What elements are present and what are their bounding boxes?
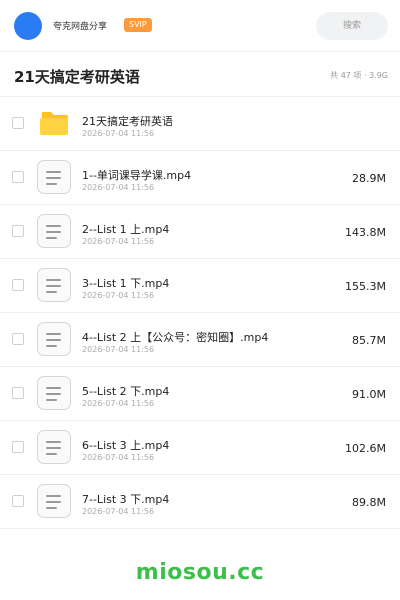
search-input[interactable] — [316, 12, 388, 40]
list-item[interactable]: 7--List 3 下.mp4 2026-07-04 11:56 89.8M — [0, 475, 400, 529]
list-item[interactable]: 2--List 1 上.mp4 2026-07-04 11:56 143.8M — [0, 205, 400, 259]
list-item[interactable]: 4--List 2 上【公众号：密知圈】.mp4 2026-07-04 11:5… — [0, 313, 400, 367]
file-size: 143.8M — [345, 226, 386, 239]
file-name: 21天搞定考研英语 — [82, 115, 173, 128]
file-date: 2026-07-04 11:56 — [82, 237, 155, 246]
file-size: 91.0M — [352, 388, 386, 401]
page-title: 21天搞定考研英语 — [14, 68, 140, 86]
checkbox[interactable] — [12, 441, 24, 453]
list-item[interactable]: 3--List 1 下.mp4 2026-07-04 11:56 155.3M — [0, 259, 400, 313]
file-size: 85.7M — [352, 334, 386, 347]
video-file-icon — [37, 268, 71, 302]
folder-title-bar: 21天搞定考研英语 共 47 项 · 3.9G — [0, 52, 400, 97]
file-size: 155.3M — [345, 280, 386, 293]
list-item[interactable]: 6--List 3 上.mp4 2026-07-04 11:56 102.6M — [0, 421, 400, 475]
video-file-icon — [37, 160, 71, 194]
video-file-icon — [37, 322, 71, 356]
item-count-size: 共 47 项 · 3.9G — [330, 71, 388, 80]
svip-badge: SVIP — [124, 18, 152, 32]
file-name: 3--List 1 下.mp4 — [82, 277, 170, 290]
file-date: 2026-07-04 11:56 — [82, 183, 155, 192]
video-file-icon — [37, 430, 71, 464]
video-file-icon — [37, 484, 71, 518]
checkbox[interactable] — [12, 117, 24, 129]
avatar[interactable] — [14, 12, 42, 40]
file-date: 2026-07-04 11:56 — [82, 453, 155, 462]
list-item[interactable]: 1--单词课导学课.mp4 2026-07-04 11:56 28.9M — [0, 151, 400, 205]
list-item[interactable]: 5--List 2 下.mp4 2026-07-04 11:56 91.0M — [0, 367, 400, 421]
file-date: 2026-07-04 11:56 — [82, 129, 155, 138]
brand-name: 夸克网盘分享 — [53, 22, 108, 32]
file-name: 5--List 2 下.mp4 — [82, 385, 170, 398]
checkbox[interactable] — [12, 495, 24, 507]
file-date: 2026-07-04 11:56 — [82, 345, 155, 354]
file-name: 1--单词课导学课.mp4 — [82, 169, 192, 182]
checkbox[interactable] — [12, 171, 24, 183]
file-date: 2026-07-04 11:56 — [82, 291, 155, 300]
checkbox[interactable] — [12, 279, 24, 291]
video-file-icon — [37, 376, 71, 410]
file-name: 2--List 1 上.mp4 — [82, 223, 170, 236]
file-size: 28.9M — [352, 172, 386, 185]
watermark-text: miosou.cc — [135, 560, 265, 585]
checkbox[interactable] — [12, 225, 24, 237]
checkbox[interactable] — [12, 387, 24, 399]
file-size: 89.8M — [352, 496, 386, 509]
file-name: 6--List 3 上.mp4 — [82, 439, 170, 452]
file-name: 7--List 3 下.mp4 — [82, 493, 170, 506]
top-bar: 夸克网盘分享 SVIP — [0, 0, 400, 52]
list-item[interactable]: 21天搞定考研英语 2026-07-04 11:56 — [0, 97, 400, 151]
video-file-icon — [37, 214, 71, 248]
folder-icon — [40, 112, 68, 135]
file-date: 2026-07-04 11:56 — [82, 507, 155, 516]
file-name: 4--List 2 上【公众号：密知圈】.mp4 — [82, 331, 269, 344]
file-date: 2026-07-04 11:56 — [82, 399, 155, 408]
file-size: 102.6M — [345, 442, 386, 455]
checkbox[interactable] — [12, 333, 24, 345]
file-list: 21天搞定考研英语 2026-07-04 11:56 1--单词课导学课.mp4… — [0, 97, 400, 529]
